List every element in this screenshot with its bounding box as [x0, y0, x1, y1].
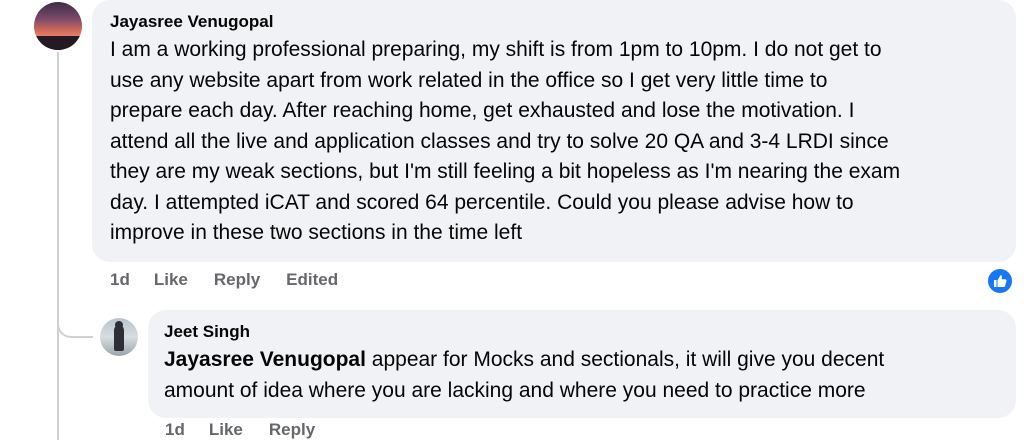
comment-text-line: attend all the live and application clas…	[110, 129, 889, 153]
comment-author[interactable]: Jayasree Venugopal	[110, 11, 998, 33]
comment-text-line: prepare each day. After reaching home, g…	[110, 99, 855, 122]
reply-text-line: Jayasree Venugopal appear for Mocks and …	[164, 345, 1000, 376]
reply-text-segment: appear for Mocks and sectionals, it will…	[365, 348, 885, 371]
comment-text-line: they are my weak sections, but I'm still…	[110, 160, 901, 183]
comment-timestamp[interactable]: 1d	[110, 270, 130, 290]
reply-timestamp[interactable]: 1d	[165, 420, 185, 440]
comment-text: I am a working professional preparing, m…	[110, 35, 998, 249]
reply-button[interactable]: Reply	[214, 270, 260, 290]
like-button[interactable]: Like	[154, 270, 188, 290]
comment-text-line: day. I attempted iCAT and scored 64 perc…	[110, 190, 854, 214]
mention-link[interactable]: Jayasree Venugopal	[164, 348, 366, 371]
thread-line	[57, 52, 59, 440]
reply-text: Jayasree Venugopal appear for Mocks and …	[164, 345, 1000, 406]
reply-actions: 1d Like Reply	[165, 420, 341, 440]
reply-text-line: amount of idea where you are lacking and…	[164, 378, 866, 402]
comment-text-line: I am a working professional preparing, m…	[110, 38, 882, 61]
thumbs-up-icon[interactable]	[986, 267, 1014, 295]
avatar[interactable]	[100, 318, 138, 356]
edited-label[interactable]: Edited	[286, 270, 338, 290]
reply-author[interactable]: Jeet Singh	[164, 321, 1000, 343]
reply-button[interactable]: Reply	[269, 420, 315, 440]
comment-thread: Jayasree Venugopal I am a working profes…	[0, 0, 1024, 440]
comment-text-line: use any website apart from work related …	[110, 68, 828, 92]
comment-text-line: improve in these two sections in the tim…	[110, 221, 523, 244]
avatar-figure-body	[114, 325, 124, 351]
comment-bubble: Jayasree Venugopal I am a working profes…	[92, 0, 1016, 262]
like-button[interactable]: Like	[209, 420, 243, 440]
reply-connector-line	[57, 300, 93, 338]
reply-bubble: Jeet Singh Jayasree Venugopal appear for…	[148, 310, 1016, 418]
comment-actions: 1d Like Reply Edited	[110, 270, 364, 290]
avatar[interactable]	[34, 2, 82, 50]
